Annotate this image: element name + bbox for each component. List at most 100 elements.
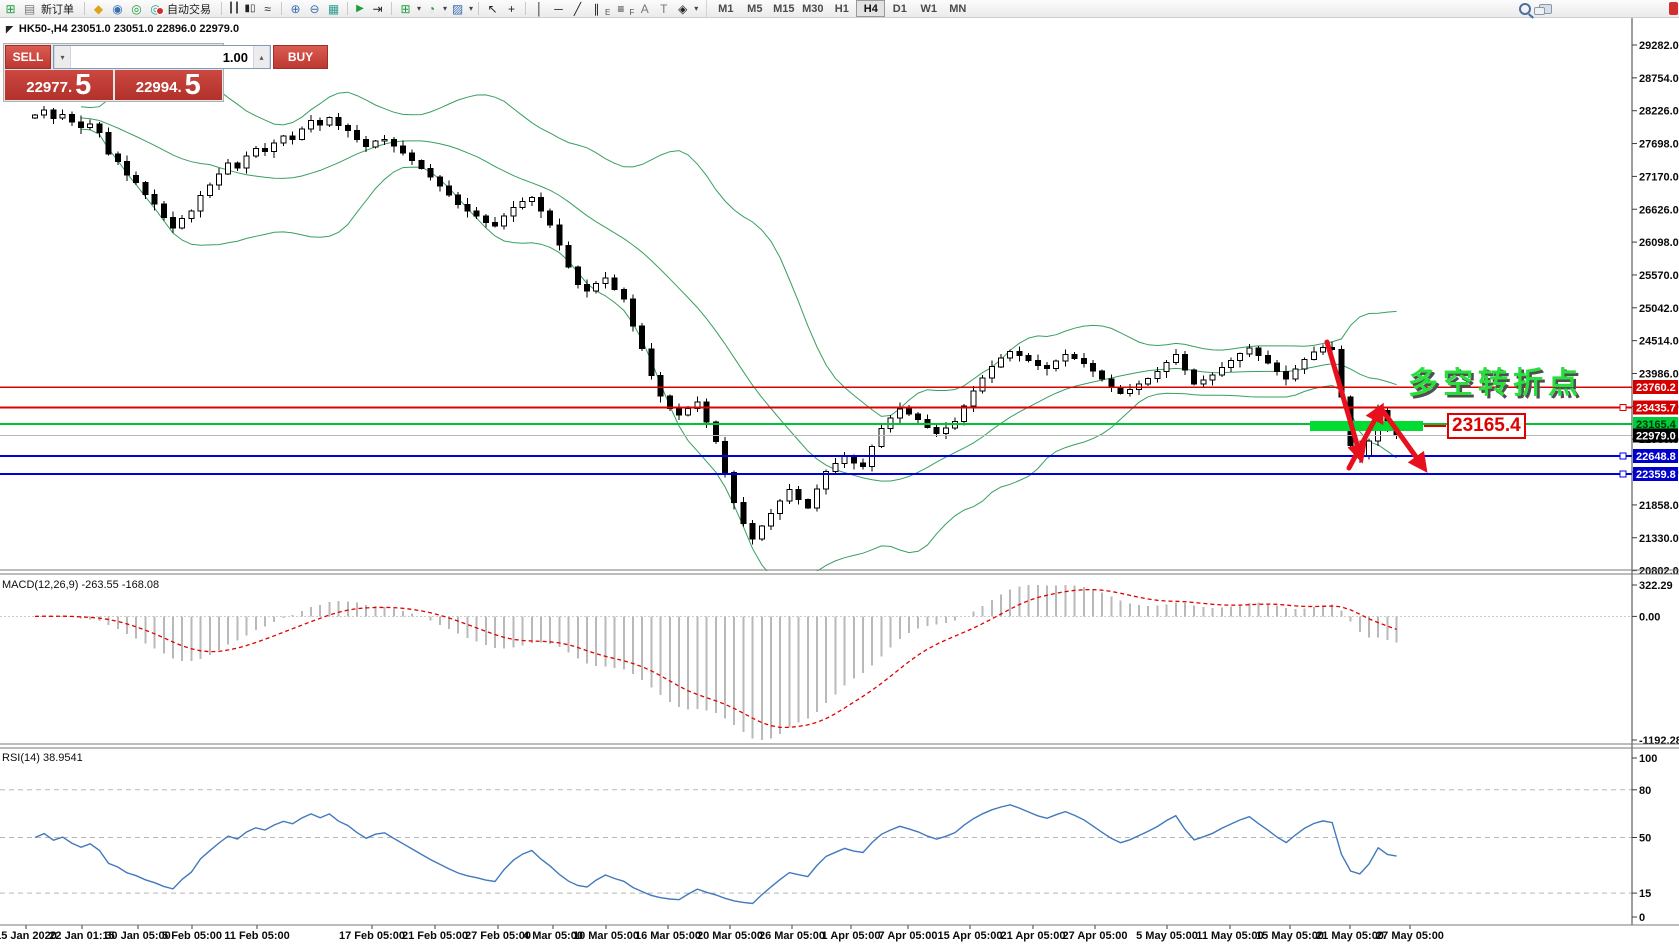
volume-increase-button[interactable]: ▴ — [253, 46, 270, 68]
svg-text:22979.0: 22979.0 — [1636, 431, 1676, 443]
line-chart-icon[interactable]: ≈ — [259, 1, 276, 16]
toolbar-separator — [84, 2, 85, 15]
buy-price-big-digit: 5 — [185, 75, 201, 96]
svg-text:26626.0: 26626.0 — [1639, 204, 1679, 216]
svg-text:26098.0: 26098.0 — [1639, 237, 1679, 249]
panel-borders[interactable] — [0, 18, 1679, 925]
search-icon[interactable] — [1519, 3, 1531, 15]
bollinger-bands — [81, 77, 1397, 581]
svg-text:27170.0: 27170.0 — [1639, 171, 1679, 183]
rsi-level-lines — [0, 790, 1632, 893]
svg-text:21 Apr 05:00: 21 Apr 05:00 — [1000, 930, 1065, 942]
price-callout-label[interactable]: 23165.4 — [1447, 413, 1526, 439]
alert-badge-icon[interactable] — [1669, 2, 1678, 15]
turning-point-annotation[interactable]: 多空转折点 — [1408, 358, 1583, 402]
new-chart-icon[interactable]: ⊞ — [2, 1, 19, 16]
svg-text:23986.0: 23986.0 — [1639, 369, 1679, 381]
timeframe-m5-button[interactable]: M5 — [740, 0, 769, 17]
svg-text:27 May 05:00: 27 May 05:00 — [1376, 930, 1444, 942]
candlestick-chart-icon[interactable]: ▮▯ — [243, 1, 257, 16]
tile-windows-icon[interactable]: ▦ — [325, 1, 342, 16]
trade-panel-top-row: SELL ▾ ▴ BUY — [4, 44, 223, 70]
toolbar-separator — [525, 2, 526, 15]
signals-icon[interactable]: ◎ — [128, 1, 145, 16]
shapes-dropdown-icon[interactable]: ▾ — [694, 4, 698, 13]
autotrading-icon[interactable]: ◎ — [147, 1, 164, 16]
svg-text:50: 50 — [1639, 833, 1651, 845]
zoom-in-icon[interactable]: ⊕ — [287, 1, 304, 16]
svg-text:21 May 05:00: 21 May 05:00 — [1316, 930, 1384, 942]
svg-text:29282.0: 29282.0 — [1639, 40, 1679, 52]
price-axis: 29282.028754.028226.027698.027170.026626… — [1632, 40, 1679, 578]
timeframe-d1-button[interactable]: D1 — [885, 0, 914, 17]
svg-text:15 Apr 05:00: 15 Apr 05:00 — [937, 930, 1002, 942]
crosshair-icon[interactable]: + — [503, 1, 520, 16]
indicators-dropdown-icon[interactable]: ▾ — [417, 4, 421, 13]
bar-chart-icon[interactable]: ┃┃ — [227, 1, 241, 16]
autotrading-button[interactable]: 自动交易 — [167, 1, 211, 17]
cursor-icon[interactable]: ↖ — [484, 1, 501, 16]
periods-icon[interactable]: ◔ — [423, 1, 440, 16]
trade-panel-prices: 22977.5 22994.5 — [4, 70, 223, 101]
label-tool-icon[interactable]: T — [655, 1, 672, 16]
community-icon[interactable]: ◉ — [109, 1, 126, 16]
periods-dropdown-icon[interactable]: ▾ — [443, 4, 447, 13]
rsi-axis: 1008050150 — [1632, 753, 1657, 924]
svg-text:0: 0 — [1639, 912, 1645, 924]
timeframe-toolbar: M1M5M15M30H1H4D1W1MN — [706, 0, 972, 17]
timeframe-w1-button[interactable]: W1 — [914, 0, 943, 17]
timeframe-m1-button[interactable]: M1 — [711, 0, 740, 17]
indicators-icon[interactable]: ⊞ — [397, 1, 414, 16]
chart-canvas[interactable]: 29282.028754.028226.027698.027170.026626… — [0, 0, 1679, 944]
svg-text:17 Feb 05:00: 17 Feb 05:00 — [339, 930, 405, 942]
templates-dropdown-icon[interactable]: ▾ — [469, 4, 473, 13]
svg-text:1 Apr 05:00: 1 Apr 05:00 — [822, 930, 881, 942]
chart-shift-icon[interactable]: ⇥ — [369, 1, 386, 16]
chart-title: ◤ HK50-,H4 23051.0 23051.0 22896.0 22979… — [6, 23, 239, 35]
sell-price-button[interactable]: 22977.5 — [5, 70, 113, 100]
new-order-button[interactable]: 新订单 — [41, 1, 74, 17]
time-axis: 15 Jan 202022 Jan 01:1530 Jan 05:005 Feb… — [0, 925, 1444, 942]
buy-price-button[interactable]: 22994.5 — [115, 70, 223, 100]
toolbar-separator — [347, 2, 348, 15]
svg-text:80: 80 — [1639, 785, 1651, 797]
chat-icon[interactable] — [1539, 4, 1552, 14]
volume-decrease-button[interactable]: ▾ — [54, 46, 71, 68]
auto-scroll-icon[interactable]: ▶ — [353, 1, 367, 16]
volume-input[interactable] — [71, 46, 253, 68]
channel-tool-icon[interactable]: ∥ — [588, 1, 605, 16]
svg-text:20 Mar 05:00: 20 Mar 05:00 — [697, 930, 763, 942]
svg-text:24514.0: 24514.0 — [1639, 336, 1679, 348]
sell-button[interactable]: SELL — [5, 45, 51, 69]
timeframe-m30-button[interactable]: M30 — [798, 0, 827, 17]
channel-tool-sub-icon: E — [605, 8, 610, 17]
timeframe-mn-button[interactable]: MN — [943, 0, 972, 17]
svg-text:22648.8: 22648.8 — [1636, 451, 1676, 463]
timeframe-h4-button[interactable]: H4 — [856, 0, 885, 17]
svg-text:21858.0: 21858.0 — [1639, 500, 1679, 512]
candlesticks — [33, 106, 1400, 545]
horizontal-line-tool-icon[interactable]: ─ — [550, 1, 567, 16]
hline-label-22979.0: 22979.0 — [1633, 429, 1678, 443]
macd-indicator-label: MACD(12,26,9) -263.55 -168.08 — [2, 579, 159, 591]
svg-text:20802.0: 20802.0 — [1639, 566, 1679, 578]
fibonacci-tool-icon[interactable]: ≡ — [612, 1, 629, 16]
zoom-out-icon[interactable]: ⊖ — [306, 1, 323, 16]
vertical-line-tool-icon[interactable]: │ — [531, 1, 548, 16]
text-tool-icon[interactable]: A — [636, 1, 653, 16]
trendline-tool-icon[interactable]: ╱ — [569, 1, 586, 16]
volume-control: ▾ ▴ — [53, 45, 271, 69]
timeframe-m15-button[interactable]: M15 — [769, 0, 798, 17]
svg-text:100: 100 — [1639, 753, 1657, 765]
svg-text:26 Mar 05:00: 26 Mar 05:00 — [759, 930, 825, 942]
svg-text:11 Feb 05:00: 11 Feb 05:00 — [224, 930, 289, 942]
buy-button[interactable]: BUY — [273, 45, 328, 69]
templates-icon[interactable]: ▨ — [449, 1, 466, 16]
market-icon[interactable]: ◆ — [90, 1, 107, 16]
timeframe-h1-button[interactable]: H1 — [827, 0, 856, 17]
rsi-line — [35, 805, 1397, 904]
shapes-tool-icon[interactable]: ◈ — [674, 1, 691, 16]
new-order-icon[interactable]: ▤ — [21, 1, 38, 16]
panel-collapse-icon[interactable]: ◤ — [6, 24, 13, 35]
svg-text:-1192.28: -1192.28 — [1639, 735, 1679, 747]
